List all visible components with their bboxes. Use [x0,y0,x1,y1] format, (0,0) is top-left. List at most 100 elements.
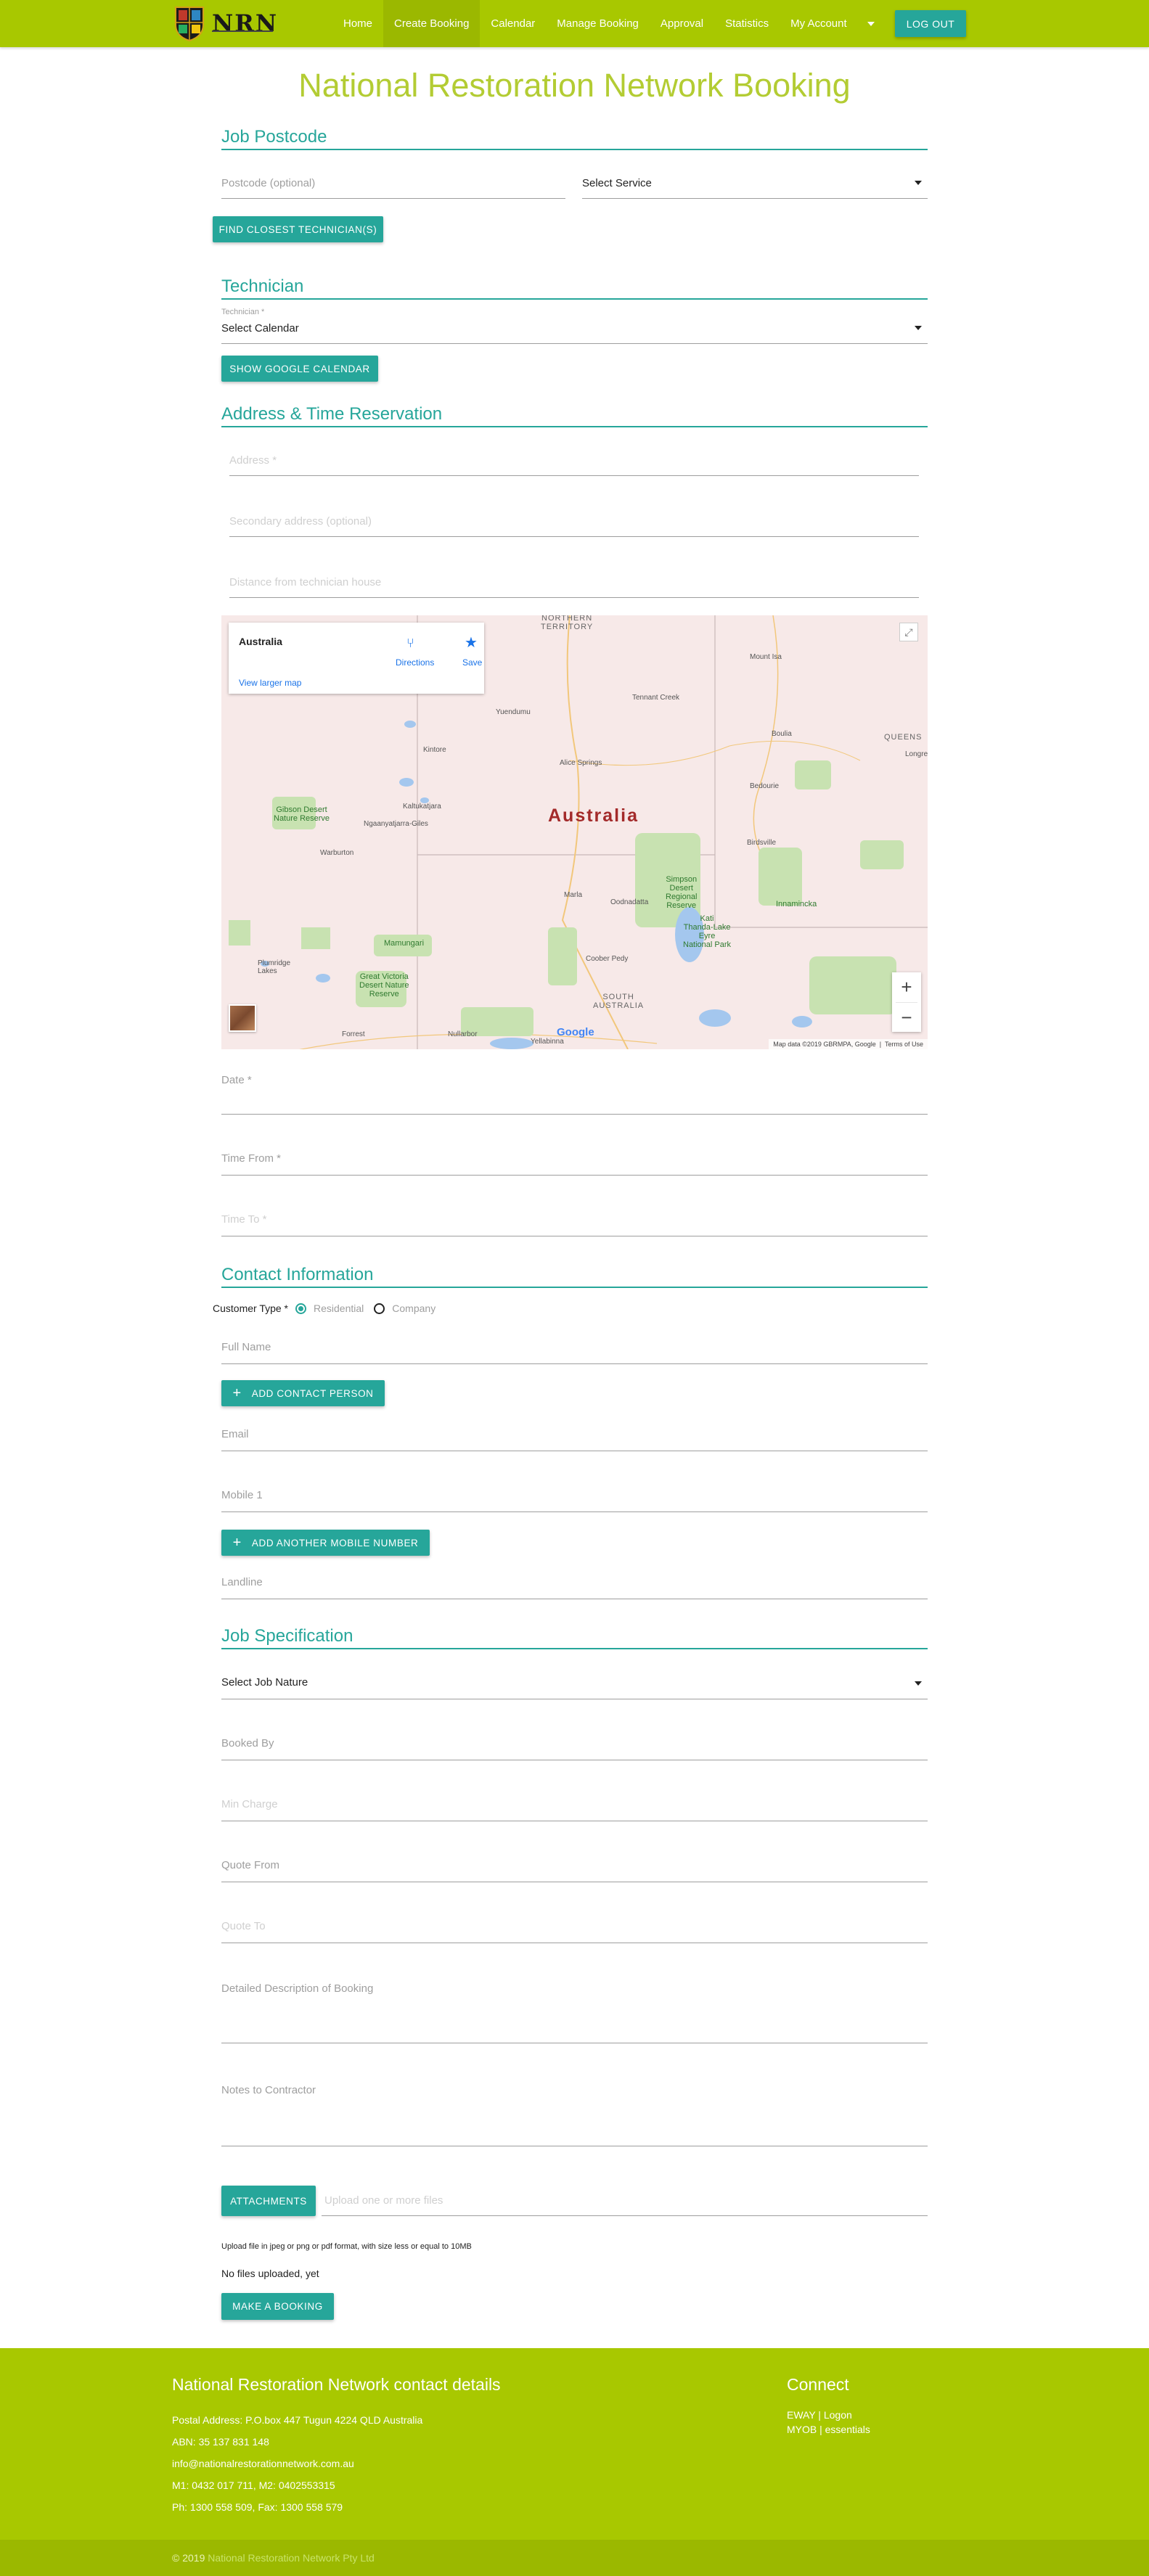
nav-item-calendar[interactable]: Calendar [480,0,546,47]
nav-label: Create Booking [394,17,470,30]
copyright: © 2019 National Restoration Network Pty … [172,2552,375,2564]
map-label-gibson: Gibson Desert Nature Reserve [274,805,330,823]
map-label-mount-isa: Mount Isa [750,653,782,661]
attachments-button[interactable]: ATTACHMENTS [221,2186,316,2216]
company-radio[interactable] [374,1303,385,1314]
google-logo: Google [557,1026,594,1038]
map-label-ngaanyatjarra: Ngaanyatjarra-Giles [364,820,428,828]
files-status: No files uploaded, yet [221,2268,319,2279]
landline-input[interactable]: Landline [221,1567,928,1599]
make-booking-button[interactable]: MAKE A BOOKING [221,2293,334,2320]
quote-to-input[interactable]: Quote To [221,1911,928,1943]
secondary-address-placeholder: Secondary address (optional) [229,515,372,528]
residential-radio[interactable] [295,1303,307,1314]
nav-label: Home [343,17,373,30]
star-icon[interactable]: ★ [465,633,478,652]
map-label-oodnadatta: Oodnadatta [610,898,649,906]
address-input[interactable]: Address * [229,444,919,476]
connect-title: Connect [787,2375,849,2394]
section-title-technician: Technician [221,276,928,300]
add-contact-person-button[interactable]: + ADD CONTACT PERSON [221,1380,385,1406]
add-mobile-button[interactable]: + ADD ANOTHER MOBILE NUMBER [221,1530,430,1556]
address-placeholder: Address * [229,454,277,467]
eway-link[interactable]: EWAY | Logon [787,2409,852,2421]
map-save-link[interactable]: Save [462,657,482,668]
quote-to-placeholder: Quote To [221,1920,266,1932]
find-technician-button[interactable]: FIND CLOSEST TECHNICIAN(S) [213,216,383,242]
nav-item-create-booking[interactable]: Create Booking [383,0,481,47]
description-textarea[interactable]: Detailed Description of Booking [221,1974,928,2043]
add-contact-label: ADD CONTACT PERSON [251,1387,374,1399]
map-label-sa: SOUTH AUSTRALIA [593,993,645,1010]
map-place-name: Australia [239,636,282,647]
upload-files-input[interactable]: Upload one or more files [322,2186,928,2216]
map-label-kintore: Kintore [423,746,446,754]
customer-type-group: Customer Type * Residential Company [213,1301,436,1316]
nav-item-home[interactable]: Home [332,0,383,47]
customer-type-label: Customer Type * [213,1303,289,1314]
calendar-select[interactable]: Select Calendar [221,316,928,344]
date-input[interactable]: Date * [221,1067,928,1115]
fullscreen-icon[interactable]: ⤢ [899,623,918,641]
view-larger-map-link[interactable]: View larger map [239,678,301,688]
caret-down-icon [915,181,922,185]
zoom-in-button[interactable]: + [892,972,921,1002]
notes-placeholder: Notes to Contractor [221,2084,316,2096]
booked-by-input[interactable]: Booked By [221,1728,928,1760]
map-label-birdsville: Birdsville [747,839,777,847]
description-placeholder: Detailed Description of Booking [221,1982,374,1995]
distance-input[interactable]: Distance from technician house [229,566,919,598]
satellite-toggle[interactable] [229,1004,256,1032]
copyright-brand-link[interactable]: National Restoration Network Pty Ltd [208,2552,375,2564]
job-nature-select[interactable]: Select Job Nature [221,1668,928,1699]
logout-button[interactable]: LOG OUT [895,10,966,37]
time-to-input[interactable]: Time To * [221,1205,928,1236]
nav-item-manage-booking[interactable]: Manage Booking [546,0,650,47]
section-title-job-specification: Job Specification [221,1625,928,1649]
postcode-input[interactable]: Postcode (optional) [221,168,565,199]
map-info-card: Australia ⑂ Directions ★ Save View large… [229,623,484,694]
myob-link[interactable]: MYOB | essentials [787,2424,870,2435]
google-logo-text: Google [557,1026,594,1038]
map-label-forrest: Forrest [342,1030,365,1038]
notes-textarea[interactable]: Notes to Contractor [221,2075,928,2146]
map-label-mamungari: Mamungari [384,939,425,948]
service-select[interactable]: Select Service [582,168,928,199]
map-label-yellabinna: Yellabinna [531,1038,564,1046]
map-directions-link[interactable]: Directions [396,657,434,668]
postcode-placeholder: Postcode (optional) [221,177,316,189]
google-map[interactable]: Australia ⑂ Directions ★ Save View large… [221,615,928,1049]
zoom-out-button[interactable]: − [892,1003,921,1033]
caret-down-icon [867,21,875,26]
footer-bottom: © 2019 National Restoration Network Pty … [0,2540,1149,2576]
mobile-input[interactable]: Mobile 1 [221,1480,928,1512]
nav-item-my-account[interactable]: My Account [780,0,886,47]
plus-icon: + [232,1535,242,1551]
logo[interactable]: NRN [173,2,278,44]
time-from-input[interactable]: Time From * [221,1144,928,1176]
section-title-address: Address & Time Reservation [221,403,928,427]
page-title: National Restoration Network Booking [298,67,851,104]
map-label-warburton: Warburton [320,849,354,857]
copyright-prefix: © 2019 [172,2552,205,2564]
job-nature-value: Select Job Nature [221,1676,308,1689]
map-label-nt: NORTHERN TERRITORY [541,615,594,631]
booked-by-placeholder: Booked By [221,1737,274,1750]
quote-from-input[interactable]: Quote From [221,1850,928,1882]
map-terms-link[interactable]: Terms of Use [885,1041,923,1048]
show-google-calendar-button[interactable]: SHOW GOOGLE CALENDAR [221,356,378,382]
full-name-input[interactable]: Full Name [221,1332,928,1364]
secondary-address-input[interactable]: Secondary address (optional) [229,505,919,537]
residential-label[interactable]: Residential [314,1303,364,1314]
nav-item-statistics[interactable]: Statistics [714,0,780,47]
directions-icon[interactable]: ⑂ [406,636,414,651]
map-label-simpson: Simpson Desert Regional Reserve [666,875,698,910]
footer-email[interactable]: info@nationalrestorationnetwork.com.au [172,2458,354,2469]
min-charge-input[interactable]: Min Charge [221,1789,928,1821]
email-input[interactable]: Email [221,1419,928,1451]
company-label[interactable]: Company [392,1303,436,1314]
logo-underline [212,30,273,32]
upload-placeholder: Upload one or more files [324,2194,443,2207]
map-label-innamincka: Innamincka [776,900,817,908]
nav-item-approval[interactable]: Approval [650,0,714,47]
